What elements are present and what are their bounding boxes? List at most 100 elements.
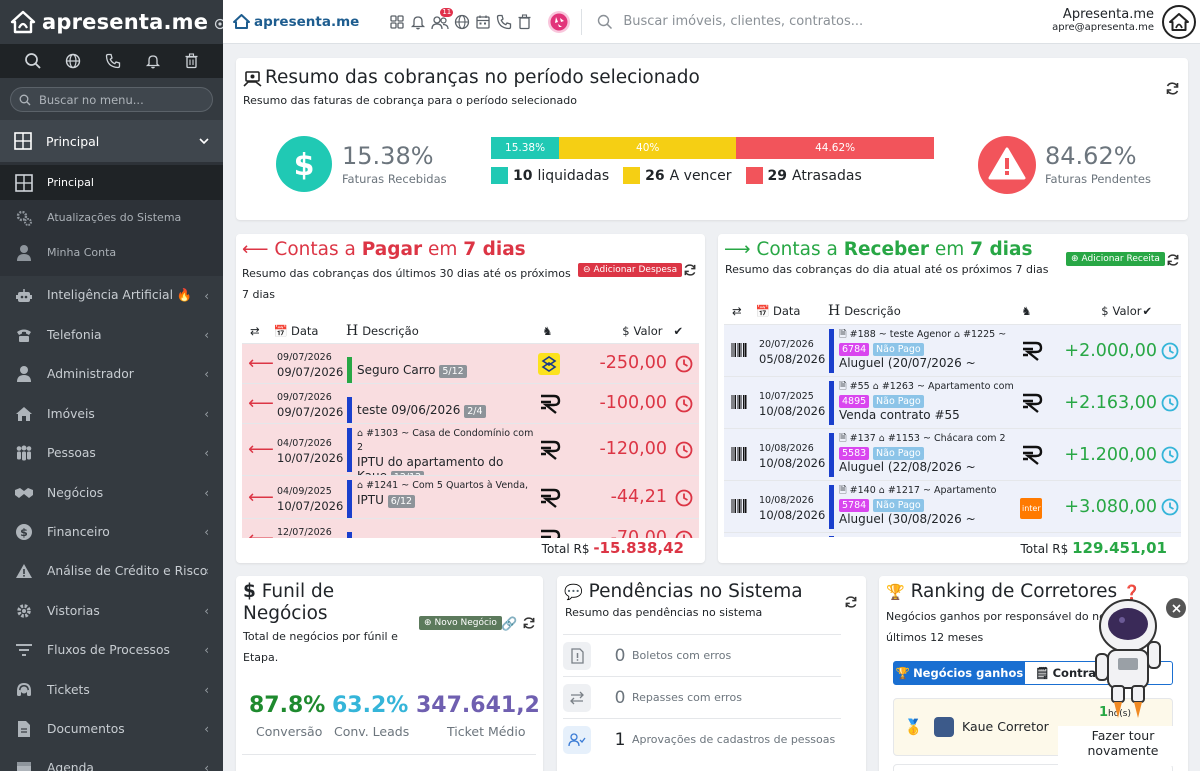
sidebar-item-11[interactable]: Documentos ‹ — [0, 709, 223, 748]
row-status-bar — [347, 397, 352, 425]
table-row[interactable]: ⟵ 09/07/2026 09/07/2026 teste 09/06/2026 2/… — [242, 383, 699, 425]
table-row[interactable]: 10/08/2026 10/08/2026 🗎 #137 ⌂ #1153 ~ Chá… — [724, 428, 1181, 480]
clock-icon[interactable] — [1161, 446, 1179, 464]
sidebar-item-0[interactable]: Inteligência Artificial 🔥 ‹ — [0, 276, 223, 315]
refresh-icon[interactable] — [522, 616, 536, 630]
globe-icon[interactable] — [454, 14, 470, 30]
payables-table-header: ⇄ 📅 Data H Descrição ♞ $ Valor ✔ — [250, 323, 695, 339]
calendar-icon[interactable] — [475, 14, 491, 30]
sidebar-item-8[interactable]: Vistorias ‹ — [0, 591, 223, 630]
sidebar-item-minha-conta[interactable]: Minha Conta — [0, 235, 223, 270]
new-deal-button[interactable]: ⊕ Novo Negócio — [419, 616, 502, 630]
row-property-text: #1241 ~ Com 5 Quartos à Venda, — [366, 480, 529, 491]
payables-title: ⟵ Contas a Pagar em 7 dias — [242, 239, 526, 260]
clock-icon[interactable] — [675, 395, 693, 413]
row-tags: 4895 Não Pago — [839, 394, 1024, 408]
user-info[interactable]: Apresenta.me apre@apresenta.me — [1052, 7, 1154, 33]
topbar-logo[interactable]: apresenta.me — [233, 14, 359, 30]
dollar-icon: $ — [1101, 304, 1109, 318]
sidebar-item-1[interactable]: Telefonia ‹ — [0, 315, 223, 354]
row-date-due: 10/07/2026 — [277, 451, 344, 465]
table-row[interactable]: ⟵ 04/09/2025 10/07/2026 ⌂ #1241 ~ Com 5 Qua… — [242, 475, 699, 524]
refresh-icon[interactable] — [683, 263, 697, 277]
clock-icon[interactable] — [1161, 394, 1179, 412]
arrow-right-icon: ⟶ — [724, 239, 751, 260]
sidebar-item-10[interactable]: Tickets ‹ — [0, 670, 223, 709]
pending-row[interactable]: 0 Boletos com erros — [563, 634, 841, 676]
ai-assistant-icon[interactable] — [547, 10, 571, 34]
clock-icon[interactable] — [675, 530, 693, 538]
trash-icon[interactable] — [184, 53, 199, 69]
legend-label: liquidadas — [537, 167, 610, 184]
sidebar-item-7[interactable]: Análise de Crédito e Risco ‹ — [0, 552, 223, 591]
table-row[interactable]: ⟵12/07/2026 Internet 3/12 -70,00 — [242, 518, 699, 538]
phone-icon[interactable] — [496, 14, 512, 30]
apps-grid-icon[interactable] — [389, 14, 405, 30]
tab-negocios-ganhos[interactable]: 🏆 Negócios ganhos — [894, 662, 1025, 684]
chevron-left-icon: ‹ — [204, 564, 209, 579]
bell-icon[interactable] — [145, 53, 161, 69]
row-value: -44,21 — [610, 486, 667, 507]
table-row[interactable]: 20/07/2026 05/08/2026 🗎 #188 ~ teste Ageno… — [724, 324, 1181, 376]
logo-icon — [1169, 13, 1189, 31]
sidebar-item-3[interactable]: Imóveis ‹ — [0, 394, 223, 433]
headset-icon — [14, 680, 34, 700]
trash-icon[interactable] — [517, 13, 532, 30]
funnel-subtitle: Total de negócios por fúnil e Etapa. — [243, 630, 398, 664]
link-icon[interactable]: 🔗 — [501, 617, 517, 632]
row-desc-text: Venda contrato #55 — [839, 408, 960, 422]
pending-row[interactable]: 0 Repasses com erros — [563, 676, 841, 718]
chevron-left-icon: ‹ — [204, 446, 209, 461]
globe-icon[interactable] — [65, 53, 81, 69]
bell-icon[interactable] — [410, 14, 426, 30]
pending-row[interactable]: 1 Aprovações de cadastros de pessoas — [563, 718, 841, 760]
table-row[interactable]: 10/08/2026 10/08/2026 🗎 #140 ⌂ #1217 ~ Apa… — [724, 480, 1181, 532]
table-row[interactable]: 10/07/2025 10/08/2026 🗎 #55 ⌂ #1263 ~ Apar… — [724, 376, 1181, 428]
phone-icon[interactable] — [105, 53, 121, 69]
sidebar-item-9[interactable]: Fluxos de Processos ‹ — [0, 631, 223, 670]
row-description: 🗎 #137 ⌂ #1153 ~ Chácara com 2 5583 Não P… — [839, 432, 1024, 474]
add-expense-button[interactable]: ⊖ Adicionar Despesa — [578, 263, 683, 277]
legend-item: 26 A vencer — [623, 167, 732, 184]
close-icon[interactable] — [1166, 598, 1186, 618]
clock-icon[interactable] — [1161, 498, 1179, 516]
clock-icon[interactable] — [675, 355, 693, 373]
pending-label: Repasses com erros — [632, 691, 742, 704]
table-row[interactable]: ⟵ 04/07/2026 10/07/2026 ⌂ #1303 ~ Casa de C… — [242, 423, 699, 484]
add-income-button[interactable]: ⊕ Adicionar Receita — [1066, 252, 1165, 266]
sidebar-item-5[interactable]: Negócios ‹ — [0, 473, 223, 512]
row-value: +3.080,00 — [1064, 497, 1157, 517]
refresh-icon[interactable] — [1165, 81, 1180, 96]
sidebar-item-6[interactable]: $ Financeiro ‹ — [0, 512, 223, 551]
users-icon[interactable]: 11 — [431, 7, 454, 30]
row-ref-text: #137 — [849, 433, 876, 444]
clock-icon[interactable] — [675, 489, 693, 507]
sidebar-group-principal[interactable]: Principal — [0, 120, 223, 162]
payables-title-mid: em — [422, 239, 464, 260]
receivables-subtitle: Resumo das cobranças do dia atual até os… — [725, 263, 1049, 276]
avatar[interactable] — [1162, 5, 1196, 39]
sidebar-item-atualizacoes[interactable]: Atualizações do Sistema — [0, 200, 223, 235]
sidebar-item-principal[interactable]: Principal — [0, 165, 223, 200]
refresh-icon[interactable] — [844, 595, 858, 609]
global-search[interactable]: Buscar imóveis, clientes, contratos... — [597, 14, 863, 30]
sidebar-search[interactable]: Buscar no menu... — [10, 87, 213, 112]
search-icon[interactable] — [24, 52, 42, 70]
arrow-left-icon: ⟵ — [248, 353, 274, 374]
gear-icon — [14, 601, 34, 621]
sidebar-item-4[interactable]: Pessoas ‹ — [0, 434, 223, 473]
col-value: Valor — [633, 324, 663, 338]
sidebar-item-2[interactable]: Administrador ‹ — [0, 355, 223, 394]
refresh-icon[interactable] — [1166, 253, 1180, 267]
table-row[interactable] — [724, 532, 1181, 537]
legend-count: 26 — [645, 167, 665, 184]
table-row[interactable]: ⟵ 09/07/2026 09/07/2026 Seguro Carro 5/12 -2… — [242, 343, 699, 385]
tab-label: Negócios ganhos — [913, 666, 1024, 680]
tour-widget[interactable]: Fazer tour novamente — [1058, 592, 1188, 771]
pending-subtitle: Resumo das pendências no sistema — [565, 606, 763, 619]
logo-icon — [10, 10, 36, 34]
clock-icon[interactable] — [1161, 342, 1179, 360]
sidebar-item-12[interactable]: Agenda ‹ — [0, 749, 223, 771]
clock-icon[interactable] — [675, 441, 693, 459]
target-icon[interactable] — [214, 18, 223, 30]
